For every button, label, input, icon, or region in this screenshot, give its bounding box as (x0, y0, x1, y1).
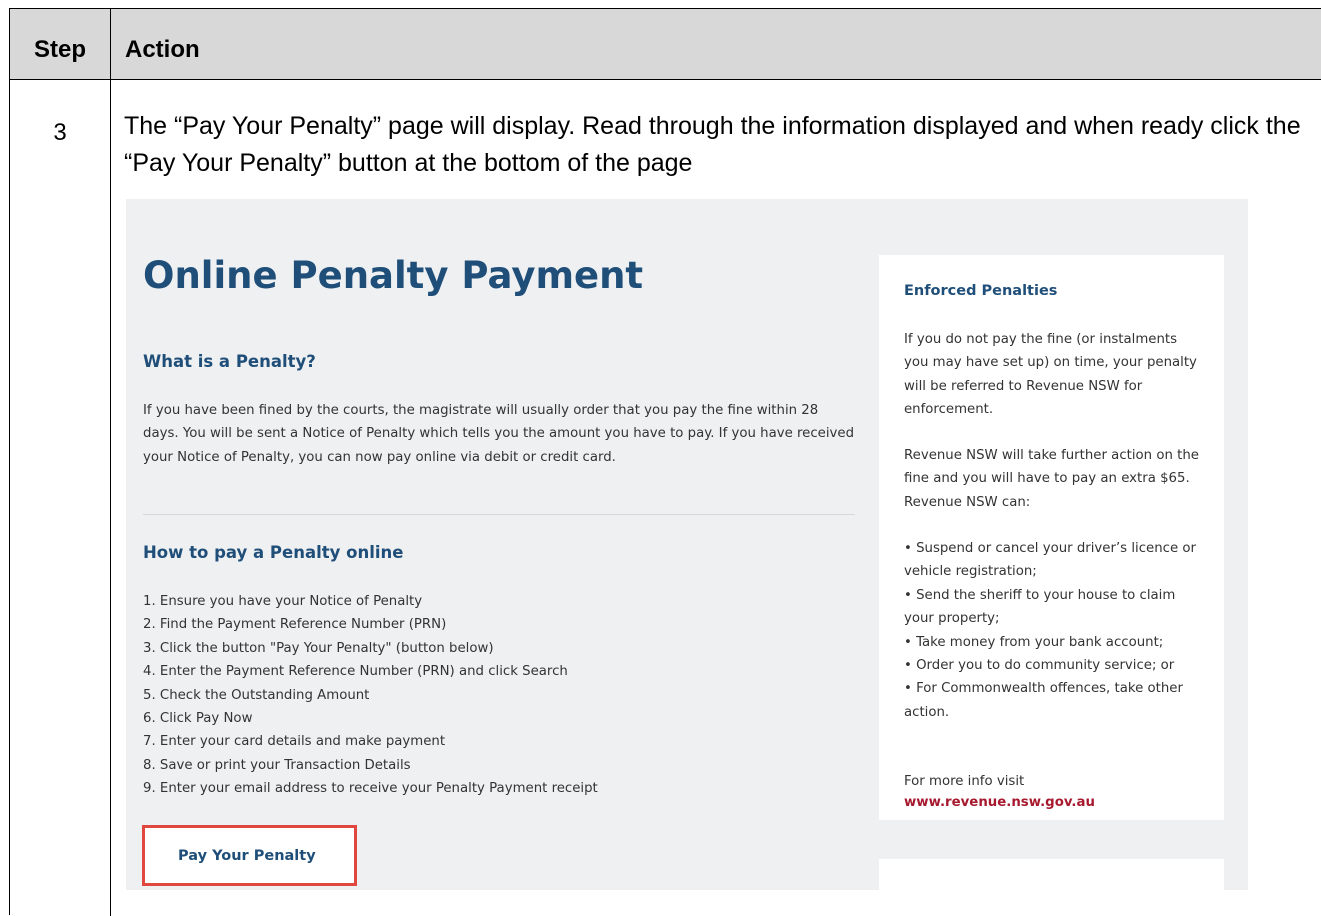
what-is-penalty-text: If you have been fined by the courts, th… (143, 403, 855, 465)
enforced-penalties-panel: Enforced Penalties If you do not pay the… (879, 255, 1224, 820)
list-item: 4. Enter the Payment Reference Number (P… (143, 664, 568, 680)
enforcement-actions-list: • Suspend or cancel your driver’s licenc… (904, 537, 1204, 724)
header-step: Step (33, 36, 86, 63)
instruction-text: The “Pay Your Penalty” page will display… (124, 112, 1301, 177)
payment-steps-list: 1. Ensure you have your Notice of Penalt… (143, 590, 598, 801)
sidebar-bottom-panel (879, 859, 1224, 890)
list-item: • Send the sheriff to your house to clai… (904, 587, 1176, 627)
what-is-penalty-heading: What is a Penalty? (143, 352, 316, 371)
list-item: • Take money from your bank account; (904, 634, 1164, 650)
list-item: 2. Find the Payment Reference Number (PR… (143, 617, 447, 633)
list-item: • Suspend or cancel your driver’s licenc… (904, 541, 1196, 580)
list-item: 5. Check the Outstanding Amount (143, 687, 370, 703)
list-item: 9. Enter your email address to receive y… (143, 781, 598, 797)
website-screenshot: Online Penalty Payment What is a Penalty… (126, 199, 1248, 890)
how-to-pay-heading: How to pay a Penalty online (143, 543, 404, 562)
list-item: • For Commonwealth offences, take other … (904, 681, 1183, 720)
list-item: 7. Enter your card details and make paym… (143, 734, 446, 750)
sidebar-heading: Enforced Penalties (904, 283, 1058, 299)
sidebar-paragraph-1: If you do not pay the fine (or instalmen… (904, 332, 1197, 418)
list-item: 1. Ensure you have your Notice of Penalt… (143, 594, 423, 609)
revenue-nsw-link[interactable]: www.revenue.nsw.gov.au (904, 795, 1095, 810)
step-number: 3 (53, 119, 67, 146)
list-item: 3. Click the button "Pay Your Penalty" (… (143, 640, 494, 656)
column-divider (110, 9, 111, 916)
pay-your-penalty-button[interactable]: Pay Your Penalty (142, 825, 357, 886)
header-action: Action (125, 36, 200, 63)
sidebar-paragraph-2: Revenue NSW will take further action on … (904, 448, 1199, 510)
list-item: • Order you to do community service; or (904, 658, 1175, 674)
section-divider (143, 514, 855, 515)
list-item: 8. Save or print your Transaction Detail… (143, 757, 411, 773)
more-info-text: For more info visit (904, 774, 1025, 789)
page-title: Online Penalty Payment (143, 254, 644, 297)
list-item: 6. Click Pay Now (143, 711, 253, 727)
table-header-row (10, 9, 1321, 80)
